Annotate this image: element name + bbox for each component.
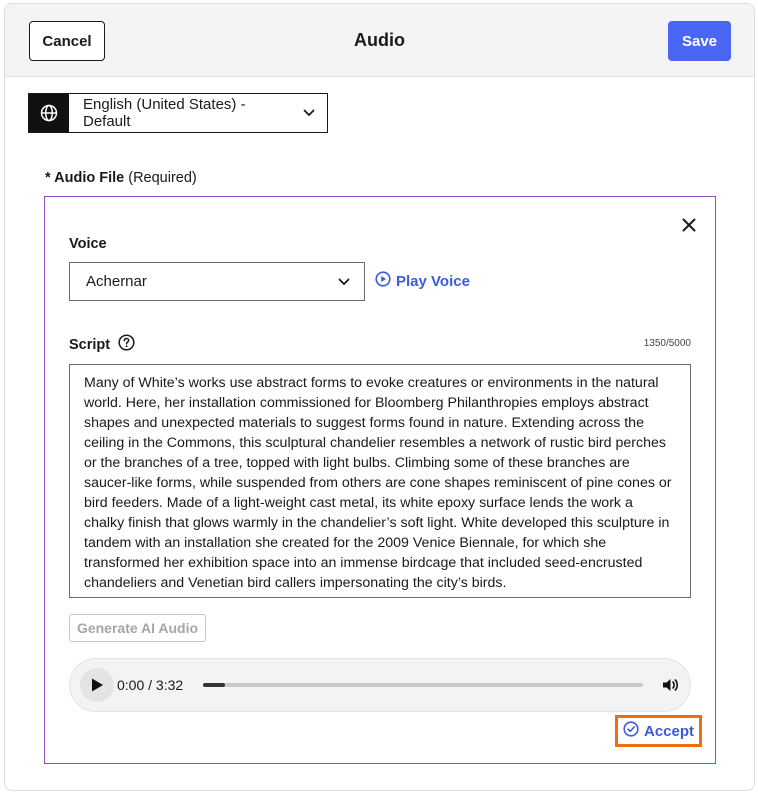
script-label-row: Script: [69, 334, 135, 355]
audio-player: 0:00 / 3:32: [69, 658, 691, 712]
voice-label: Voice: [69, 236, 107, 252]
accept-label: Accept: [643, 722, 695, 740]
chevron-down-icon: [291, 94, 327, 132]
play-voice-button[interactable]: Play Voice: [375, 271, 470, 291]
globe-icon: [29, 94, 69, 132]
player-time: 0:00 / 3:32: [117, 677, 184, 693]
play-circle-icon: [375, 271, 391, 291]
voice-select[interactable]: Achernar: [69, 262, 365, 301]
audio-file-label-hint: (Required): [128, 170, 197, 186]
play-icon[interactable]: [80, 668, 114, 702]
player-progress-fill: [203, 683, 225, 687]
accept-button[interactable]: Accept: [615, 715, 702, 747]
generate-ai-audio-button[interactable]: Generate AI Audio: [69, 614, 206, 642]
audio-editor-card: Cancel Audio Save English (United States…: [4, 3, 755, 791]
audio-file-panel: Voice Achernar Play Voice Script 1350/50…: [44, 196, 716, 764]
play-voice-label: Play Voice: [396, 272, 470, 290]
script-label: Script: [69, 336, 111, 353]
language-select[interactable]: English (United States) - Default: [28, 93, 328, 133]
player-progress-track[interactable]: [203, 683, 643, 687]
chevron-down-icon: [324, 275, 364, 289]
page-title: Audio: [354, 30, 405, 50]
volume-icon[interactable]: [661, 675, 681, 695]
voice-select-value: Achernar: [86, 273, 147, 290]
audio-file-label-required: * Audio File: [45, 170, 125, 186]
script-textarea[interactable]: Many of White’s works use abstract forms…: [69, 364, 691, 598]
save-button[interactable]: Save: [668, 21, 731, 61]
header-bar: Cancel Audio Save: [5, 4, 754, 77]
audio-file-label: * Audio File (Required): [45, 170, 197, 186]
script-char-count: 1350/5000: [643, 338, 691, 349]
check-circle-icon: [623, 721, 639, 741]
help-icon[interactable]: [118, 334, 135, 355]
close-icon[interactable]: [677, 213, 701, 237]
language-select-value: English (United States) - Default: [83, 96, 246, 130]
